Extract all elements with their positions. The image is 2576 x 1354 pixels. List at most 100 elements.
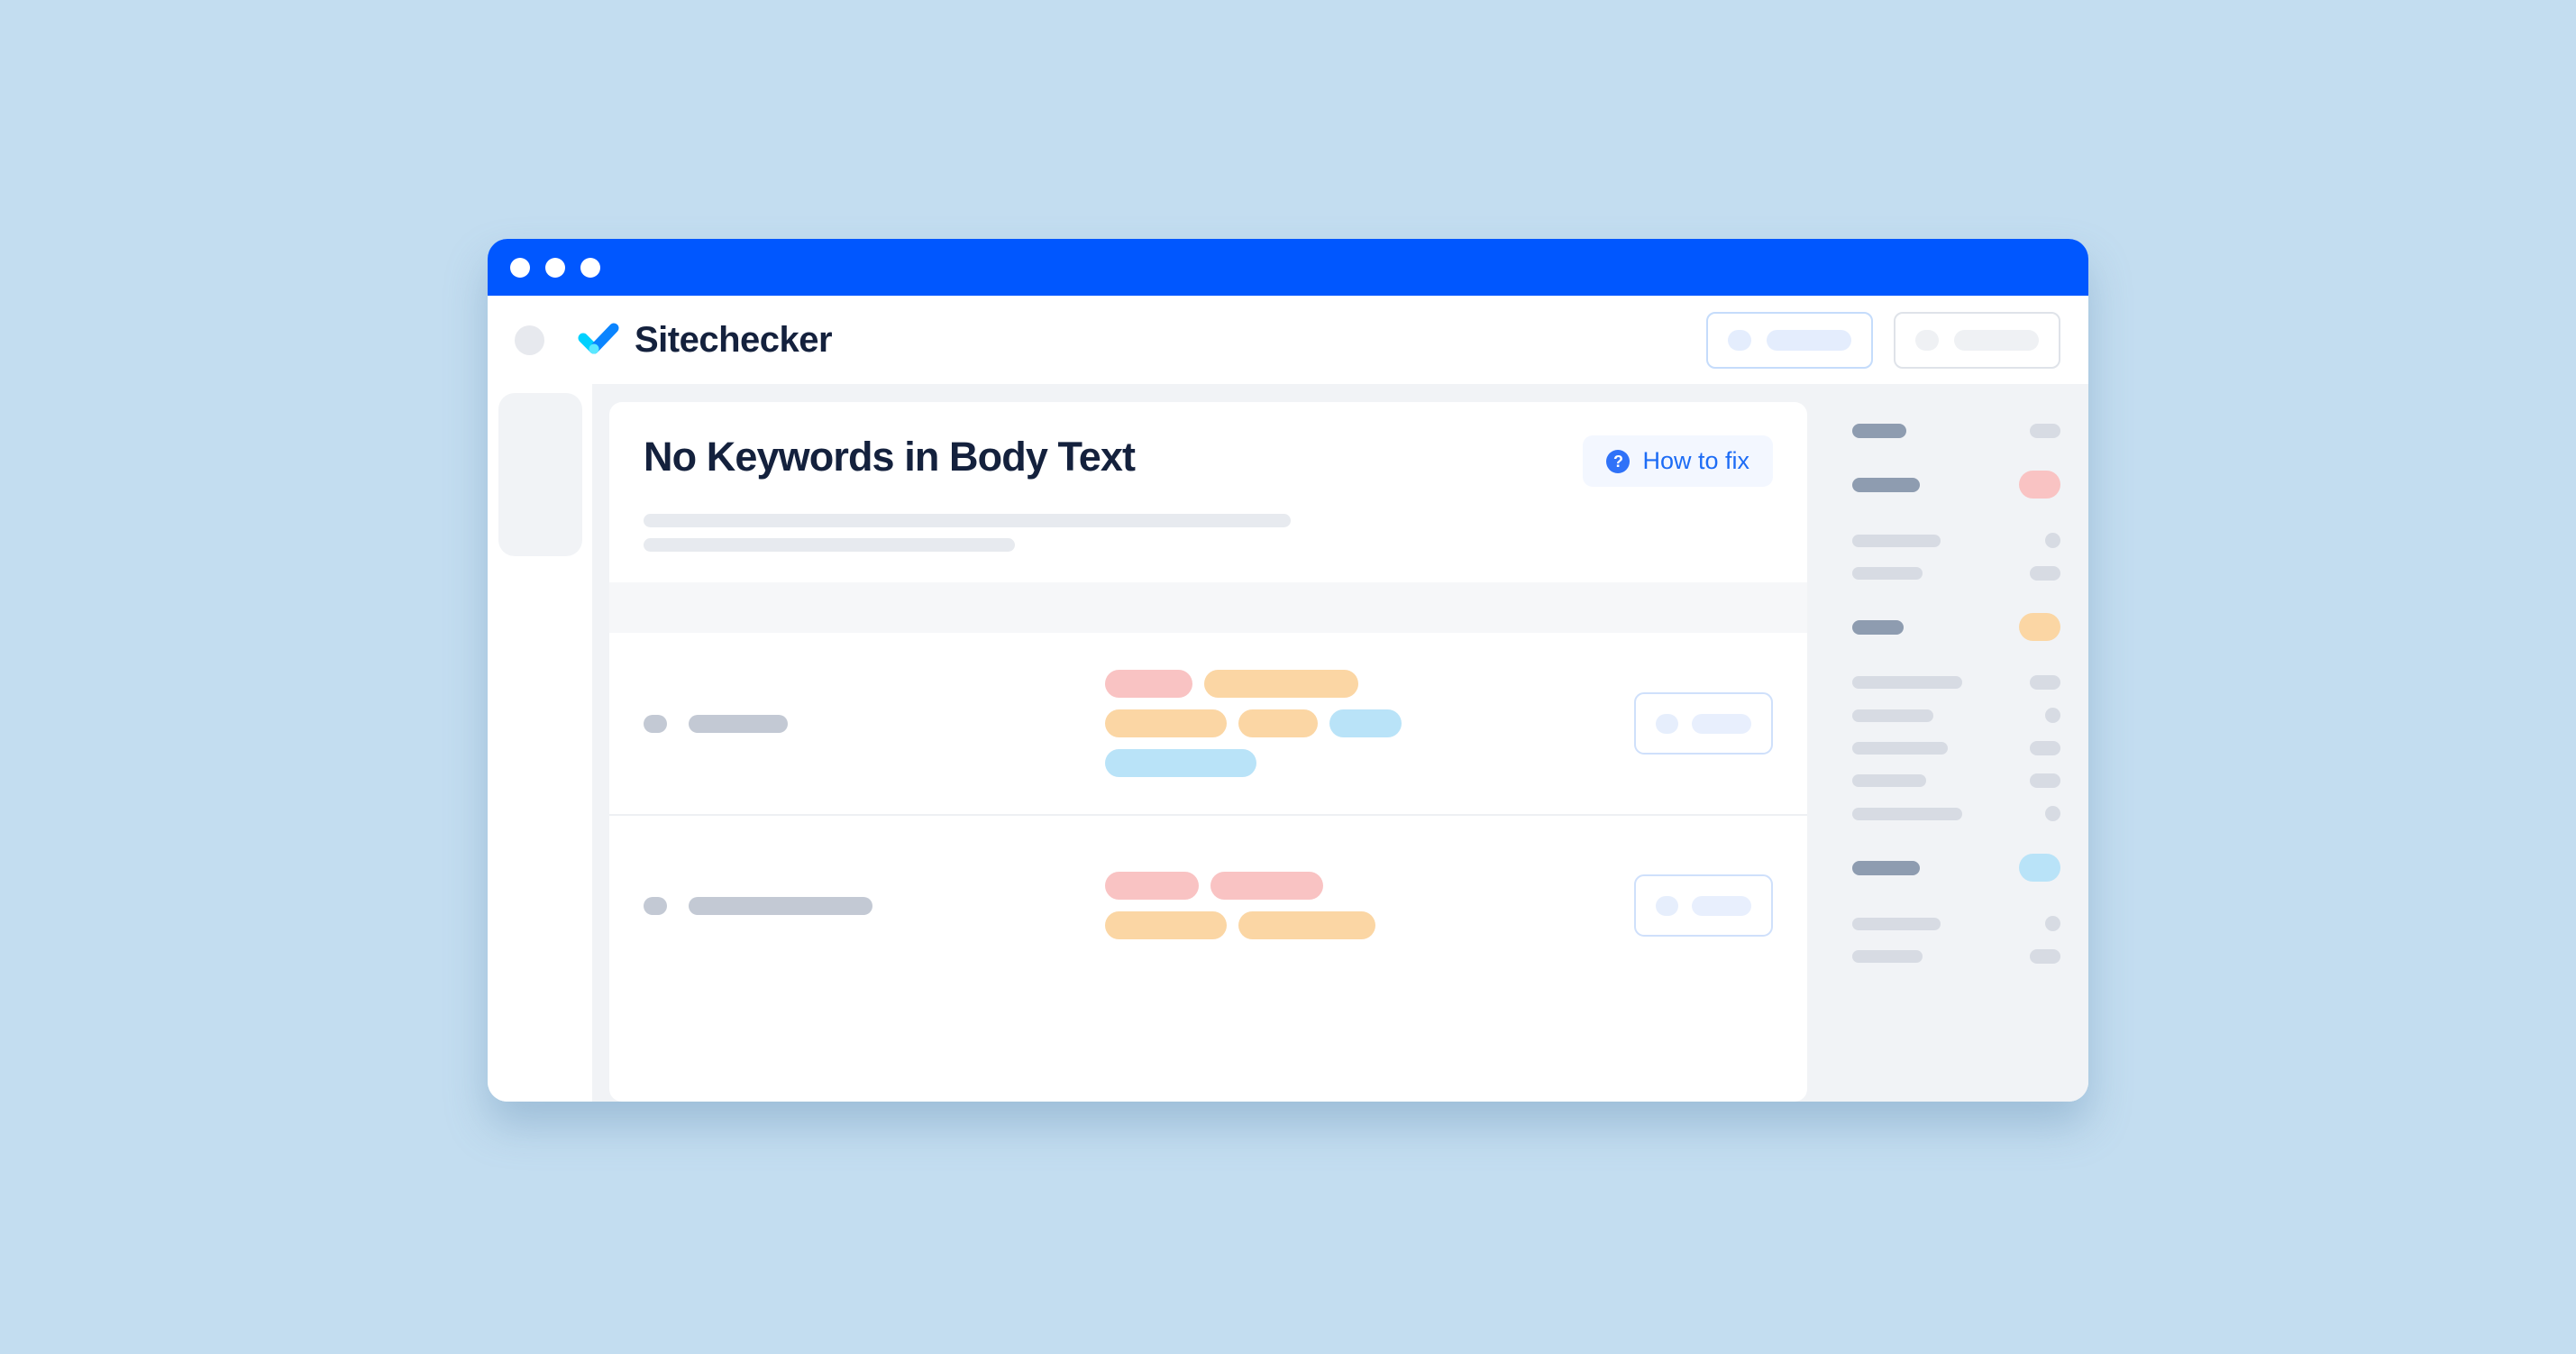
status-badge <box>2019 613 2060 641</box>
stat-group-header[interactable] <box>1852 854 2060 882</box>
keyword-pill-line <box>1105 670 1612 698</box>
stat-label-placeholder <box>1852 619 1904 635</box>
stat-group-header[interactable] <box>1852 471 2060 499</box>
stat-item[interactable] <box>1852 949 2060 964</box>
stat-item[interactable] <box>1852 806 2060 821</box>
stat-item[interactable] <box>1852 741 2060 755</box>
secondary-placeholder-button[interactable] <box>1894 311 2060 369</box>
stat-label-placeholder <box>1852 709 1933 722</box>
sidebar-nav-panel <box>498 393 582 556</box>
maximize-icon[interactable] <box>580 257 600 278</box>
row-action-button[interactable] <box>1634 874 1773 937</box>
sidebar-left <box>488 384 592 1102</box>
subtitle-line <box>644 514 1291 527</box>
header-actions <box>1706 311 2060 369</box>
content-card: No Keywords in Body Text ? How to fix <box>609 402 1807 1102</box>
stat-item[interactable] <box>1852 773 2060 788</box>
action-icon-placeholder <box>1656 713 1678 734</box>
stat-group <box>1852 471 2060 581</box>
keyword-pill[interactable] <box>1105 872 1199 900</box>
stat-value-badge <box>2030 566 2060 581</box>
stat-item[interactable] <box>1852 675 2060 690</box>
stat-item[interactable] <box>1852 566 2060 581</box>
question-mark-icon: ? <box>1606 449 1631 473</box>
stat-value-badge <box>2045 533 2060 548</box>
button-icon-placeholder <box>1915 329 1939 351</box>
keyword-pill-group <box>1058 872 1612 939</box>
table-row[interactable] <box>609 633 1807 814</box>
stat-value-badge <box>2030 949 2060 964</box>
row-marker-icon <box>644 896 667 915</box>
keyword-pill[interactable] <box>1238 911 1375 939</box>
close-icon[interactable] <box>510 257 530 278</box>
main-column: No Keywords in Body Text ? How to fix <box>592 384 1826 1102</box>
action-label-placeholder <box>1692 895 1751 916</box>
stat-label-placeholder <box>1852 917 1941 930</box>
row-label-placeholder <box>689 896 872 915</box>
how-to-fix-label: How to fix <box>1642 447 1749 474</box>
table-row[interactable] <box>609 814 1807 995</box>
status-badge <box>2030 424 2060 438</box>
stat-label-placeholder <box>1852 676 1962 689</box>
stat-label-placeholder <box>1852 774 1926 787</box>
stat-group <box>1852 613 2060 821</box>
button-icon-placeholder <box>1728 329 1751 351</box>
stat-item[interactable] <box>1852 916 2060 931</box>
window-titlebar <box>488 239 2088 296</box>
keyword-pill-line <box>1105 872 1612 900</box>
keyword-pill-line <box>1105 709 1612 737</box>
stat-label-placeholder <box>1852 950 1923 963</box>
keyword-pill[interactable] <box>1329 709 1402 737</box>
minimize-icon[interactable] <box>545 257 565 278</box>
stat-group-header[interactable] <box>1852 613 2060 641</box>
stat-group-header[interactable] <box>1852 424 2060 438</box>
action-label-placeholder <box>1692 713 1751 734</box>
row-action-button[interactable] <box>1634 692 1773 755</box>
app-header: Sitechecker <box>488 296 2088 384</box>
stat-item[interactable] <box>1852 708 2060 723</box>
subtitle-line <box>644 538 1015 552</box>
card-header: No Keywords in Body Text ? How to fix <box>609 402 1807 582</box>
row-label-placeholder <box>689 714 788 733</box>
keyword-pill[interactable] <box>1238 709 1318 737</box>
brand-name: Sitechecker <box>635 320 833 360</box>
primary-placeholder-button[interactable] <box>1706 311 1873 369</box>
stat-value-badge <box>2030 675 2060 690</box>
brand: Sitechecker <box>577 320 833 360</box>
keyword-pill[interactable] <box>1204 670 1358 698</box>
stat-label-placeholder <box>1852 534 1941 547</box>
checkmark-logo-icon <box>578 323 619 354</box>
stat-value-badge <box>2045 806 2060 821</box>
button-label-placeholder <box>1954 329 2039 351</box>
action-icon-placeholder <box>1656 895 1678 916</box>
avatar[interactable] <box>515 325 544 355</box>
stat-value-badge <box>2030 741 2060 755</box>
keyword-pill[interactable] <box>1105 749 1256 777</box>
stat-label-placeholder <box>1852 567 1923 580</box>
stat-label-placeholder <box>1852 424 1906 438</box>
stat-group <box>1852 854 2060 964</box>
table-header-strip <box>609 582 1807 633</box>
keyword-pill[interactable] <box>1105 911 1227 939</box>
button-label-placeholder <box>1767 329 1851 351</box>
row-marker-icon <box>644 714 667 733</box>
stat-label-placeholder <box>1852 860 1920 875</box>
stat-label-placeholder <box>1852 742 1948 755</box>
status-badge <box>2019 471 2060 499</box>
keyword-pill[interactable] <box>1105 709 1227 737</box>
how-to-fix-button[interactable]: ? How to fix <box>1583 435 1773 487</box>
status-badge <box>2019 854 2060 882</box>
stat-item[interactable] <box>1852 533 2060 548</box>
stat-label-placeholder <box>1852 807 1962 820</box>
stat-value-badge <box>2045 708 2060 723</box>
keyword-pill[interactable] <box>1105 670 1192 698</box>
keyword-pill-group <box>1058 670 1612 777</box>
keyword-pill[interactable] <box>1210 872 1323 900</box>
workspace: No Keywords in Body Text ? How to fix <box>488 384 2088 1102</box>
stat-label-placeholder <box>1852 477 1920 492</box>
stat-value-badge <box>2045 916 2060 931</box>
keyword-pill-line <box>1105 911 1612 939</box>
sidebar-right <box>1826 384 2088 1102</box>
